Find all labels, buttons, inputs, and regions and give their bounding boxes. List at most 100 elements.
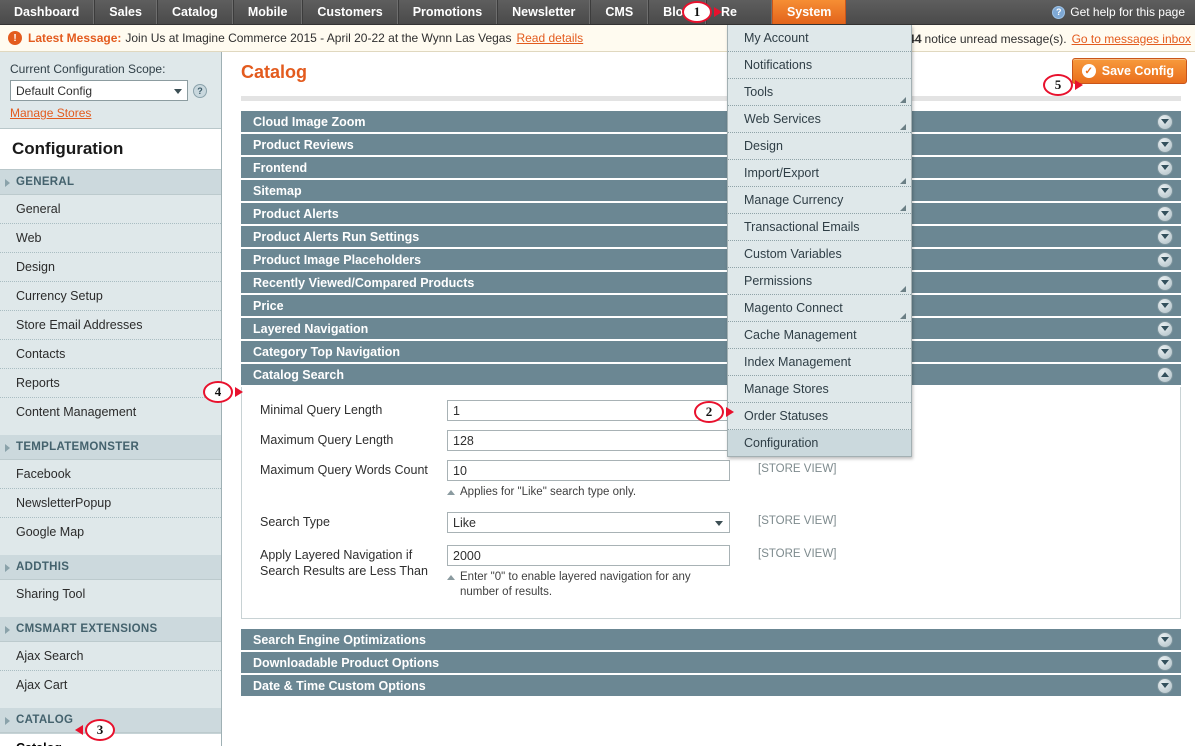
- sidebar-group-addthis[interactable]: ADDTHIS: [0, 555, 221, 580]
- chevron-down-icon[interactable]: [1157, 632, 1173, 648]
- sidebar-item-reports[interactable]: Reports: [0, 369, 221, 398]
- nav-item-system[interactable]: System: [772, 0, 846, 24]
- section-header-cloud-image-zoom[interactable]: Cloud Image Zoom: [241, 111, 1181, 134]
- chevron-down-icon[interactable]: [1157, 298, 1173, 314]
- section-header-search-engine-optimizations[interactable]: Search Engine Optimizations: [241, 629, 1181, 652]
- save-config-button[interactable]: ✓ Save Config: [1072, 58, 1187, 84]
- chevron-down-icon[interactable]: [1157, 206, 1173, 222]
- chevron-down-icon[interactable]: [1157, 252, 1173, 268]
- menu-item-cache-management[interactable]: Cache Management: [728, 322, 911, 349]
- sidebar-item-general[interactable]: General: [0, 195, 221, 224]
- sidebar-group-cmsmart-extensions[interactable]: CMSMART EXTENSIONS: [0, 617, 221, 642]
- step-marker-3: 3: [75, 719, 115, 741]
- menu-item-transactional-emails[interactable]: Transactional Emails: [728, 214, 911, 241]
- arrow-right-icon: [714, 7, 722, 17]
- nav-item-promotions[interactable]: Promotions: [398, 0, 497, 24]
- nav-item-newsletter[interactable]: Newsletter: [497, 0, 590, 24]
- nav-item-cms[interactable]: CMS: [590, 0, 648, 24]
- section-header-catalog-search[interactable]: Catalog Search: [241, 364, 1181, 387]
- manage-stores-link[interactable]: Manage Stores: [10, 106, 91, 120]
- nav-spacer: [846, 0, 1042, 24]
- sidebar-item-web[interactable]: Web: [0, 224, 221, 253]
- sidebar-item-facebook[interactable]: Facebook: [0, 460, 221, 489]
- menu-item-label: Tools: [744, 85, 773, 99]
- menu-item-magento-connect[interactable]: Magento Connect: [728, 295, 911, 322]
- apply-layered-navigation-input[interactable]: [447, 545, 730, 566]
- sidebar-item-ajax-cart[interactable]: Ajax Cart: [0, 671, 221, 699]
- get-help-link[interactable]: ? Get help for this page: [1042, 0, 1195, 24]
- chevron-down-icon[interactable]: [1157, 114, 1173, 130]
- chevron-down-icon[interactable]: [1157, 183, 1173, 199]
- question-mark-circle-icon[interactable]: ?: [193, 84, 207, 98]
- submenu-arrow-icon: [900, 205, 906, 211]
- sidebar-item-contacts[interactable]: Contacts: [0, 340, 221, 369]
- sidebar-item-content-management[interactable]: Content Management: [0, 398, 221, 426]
- search-type-select[interactable]: Like: [447, 512, 730, 533]
- menu-item-order-statuses[interactable]: Order Statuses: [728, 403, 911, 430]
- messages-inbox-link[interactable]: Go to messages inbox: [1072, 32, 1191, 46]
- nav-item-catalog[interactable]: Catalog: [157, 0, 233, 24]
- chevron-down-icon[interactable]: [1157, 275, 1173, 291]
- chevron-down-icon[interactable]: [1157, 137, 1173, 153]
- nav-item-customers[interactable]: Customers: [302, 0, 397, 24]
- section-header-product-reviews[interactable]: Product Reviews: [241, 134, 1181, 157]
- maximum-query-words-count-input[interactable]: [447, 460, 730, 481]
- sidebar-item-newsletterpopup[interactable]: NewsletterPopup: [0, 489, 221, 518]
- menu-item-notifications[interactable]: Notifications: [728, 52, 911, 79]
- sidebar-group-general[interactable]: GENERAL: [0, 170, 221, 195]
- nav-item-dashboard[interactable]: Dashboard: [0, 0, 94, 24]
- sidebar-item-currency-setup[interactable]: Currency Setup: [0, 282, 221, 311]
- scope-select[interactable]: Default Config: [10, 80, 188, 101]
- sidebar-item-google-map[interactable]: Google Map: [0, 518, 221, 546]
- section-header-layered-navigation[interactable]: Layered Navigation: [241, 318, 1181, 341]
- nav-item-sales[interactable]: Sales: [94, 0, 157, 24]
- menu-item-configuration[interactable]: Configuration: [728, 430, 911, 456]
- field-label: Minimal Query Length: [242, 400, 447, 418]
- section-header-date-time-custom-options[interactable]: Date & Time Custom Options: [241, 675, 1181, 698]
- chevron-down-icon[interactable]: [1157, 321, 1173, 337]
- menu-item-permissions[interactable]: Permissions: [728, 268, 911, 295]
- sidebar-item-store-email-addresses[interactable]: Store Email Addresses: [0, 311, 221, 340]
- chevron-down-icon[interactable]: [1157, 344, 1173, 360]
- sidebar-item-sharing-tool[interactable]: Sharing Tool: [0, 580, 221, 608]
- step-marker-number: 5: [1043, 74, 1073, 96]
- chevron-up-icon[interactable]: [1157, 367, 1173, 383]
- field-row-search-type: Search Type Like [STORE VIEW]: [242, 509, 1180, 536]
- read-details-link[interactable]: Read details: [516, 31, 583, 45]
- sidebar-item-ajax-search[interactable]: Ajax Search: [0, 642, 221, 671]
- nav-item-mobile[interactable]: Mobile: [233, 0, 303, 24]
- section-title: Downloadable Product Options: [253, 656, 439, 670]
- chevron-down-icon[interactable]: [1157, 678, 1173, 694]
- section-header-sitemap[interactable]: Sitemap: [241, 180, 1181, 203]
- section-header-product-alerts[interactable]: Product Alerts: [241, 203, 1181, 226]
- section-header-category-top-navigation[interactable]: Category Top Navigation: [241, 341, 1181, 364]
- field-scope: [STORE VIEW]: [732, 545, 836, 560]
- menu-item-design[interactable]: Design: [728, 133, 911, 160]
- maximum-query-length-input[interactable]: [447, 430, 730, 451]
- section-title: Recently Viewed/Compared Products: [253, 276, 474, 290]
- menu-item-index-management[interactable]: Index Management: [728, 349, 911, 376]
- section-header-product-image-placeholders[interactable]: Product Image Placeholders: [241, 249, 1181, 272]
- submenu-arrow-icon: [900, 124, 906, 130]
- step-marker-4: 4: [203, 381, 243, 403]
- section-header-product-alerts-run-settings[interactable]: Product Alerts Run Settings: [241, 226, 1181, 249]
- menu-item-manage-currency[interactable]: Manage Currency: [728, 187, 911, 214]
- sidebar-group-templatemonster[interactable]: TEMPLATEMONSTER: [0, 435, 221, 460]
- menu-item-manage-stores[interactable]: Manage Stores: [728, 376, 911, 403]
- sidebar-item-design[interactable]: Design: [0, 253, 221, 282]
- section-header-recently-viewed-compared-products[interactable]: Recently Viewed/Compared Products: [241, 272, 1181, 295]
- menu-item-tools[interactable]: Tools: [728, 79, 911, 106]
- menu-item-import-export[interactable]: Import/Export: [728, 160, 911, 187]
- chevron-down-icon[interactable]: [1157, 160, 1173, 176]
- menu-item-my-account[interactable]: My Account: [728, 25, 911, 52]
- menu-item-web-services[interactable]: Web Services: [728, 106, 911, 133]
- section-header-frontend[interactable]: Frontend: [241, 157, 1181, 180]
- chevron-down-icon[interactable]: [1157, 655, 1173, 671]
- chevron-down-icon[interactable]: [1157, 229, 1173, 245]
- section-header-downloadable-product-options[interactable]: Downloadable Product Options: [241, 652, 1181, 675]
- sidebar-gap: [0, 699, 221, 708]
- section-header-price[interactable]: Price: [241, 295, 1181, 318]
- menu-item-label: Permissions: [744, 274, 812, 288]
- menu-item-custom-variables[interactable]: Custom Variables: [728, 241, 911, 268]
- minimal-query-length-input[interactable]: [447, 400, 730, 421]
